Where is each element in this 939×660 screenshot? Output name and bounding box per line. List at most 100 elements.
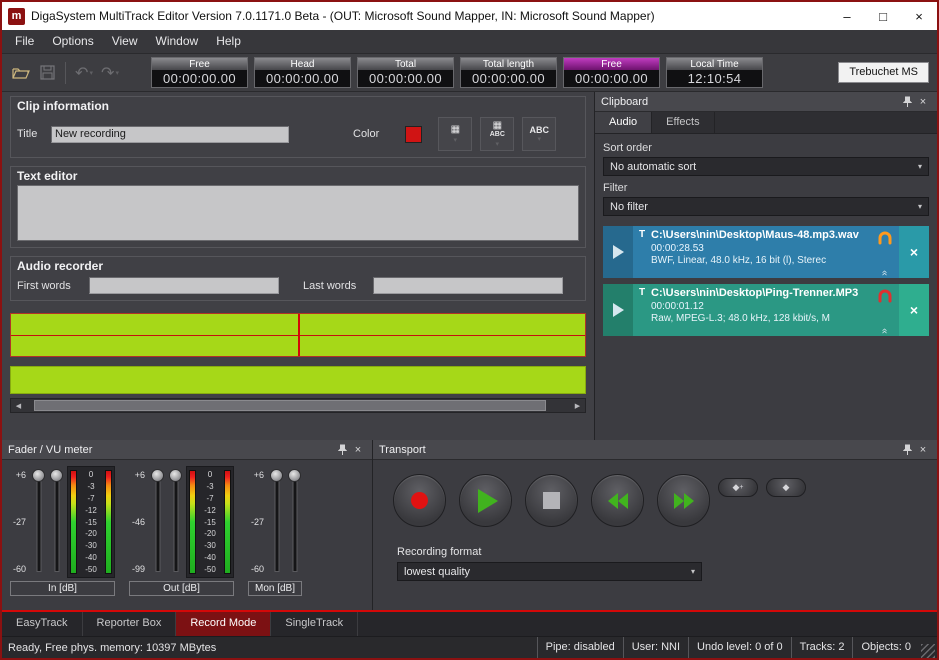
tab-singletrack[interactable]: SingleTrack [271, 612, 358, 636]
resize-grip[interactable] [921, 644, 935, 658]
insert-from-clipboard-button[interactable]: ◆ [766, 478, 806, 497]
stop-button[interactable] [525, 474, 578, 527]
scroll-left-arrow[interactable]: ◀ [11, 399, 26, 412]
fader-knob[interactable] [169, 469, 182, 482]
menu-item-help[interactable]: Help [207, 30, 250, 53]
abc-grid-dropdown-button[interactable]: ▦ ABC ▾ [480, 117, 514, 151]
tab-easytrack[interactable]: EasyTrack [2, 612, 83, 636]
add-to-clipboard-button[interactable]: ◆+ [718, 478, 758, 497]
prelisten-icon[interactable] [877, 230, 893, 246]
pin-button[interactable] [899, 442, 915, 458]
sort-order-select[interactable]: No automatic sort ▾ [603, 157, 929, 176]
fader-slider[interactable] [150, 466, 165, 578]
clipboard-header: Clipboard × [595, 92, 937, 112]
text-editor-area[interactable] [17, 185, 579, 241]
panel-close-button[interactable]: × [350, 442, 366, 458]
menu-item-view[interactable]: View [103, 30, 147, 53]
tab-reporter-box[interactable]: Reporter Box [83, 612, 177, 636]
color-swatch[interactable] [405, 126, 422, 143]
menu-item-window[interactable]: Window [147, 30, 208, 53]
tab-record-mode[interactable]: Record Mode [176, 612, 271, 636]
fader-knob[interactable] [151, 469, 164, 482]
main-area: Clip information Title Color ▦ ▾ ▦ ABC ▾ [2, 92, 937, 440]
menu-item-file[interactable]: File [6, 30, 43, 53]
clipboard-item[interactable]: T C:\Users\nin\Desktop\Maus-48.mp3.wav 0… [603, 226, 929, 278]
window-title: DigaSystem MultiTrack Editor Version 7.0… [31, 9, 829, 23]
close-button[interactable]: × [901, 2, 937, 30]
filter-select[interactable]: No filter ▾ [603, 197, 929, 216]
title-input[interactable] [51, 126, 289, 143]
fader-knob[interactable] [32, 469, 45, 482]
abc-icon: ABC [530, 126, 550, 134]
fader-group-label: Mon [dB] [248, 581, 302, 596]
tab-effects[interactable]: Effects [652, 112, 714, 133]
rewind-button[interactable] [591, 474, 644, 527]
scroll-right-arrow[interactable]: ▶ [570, 399, 585, 412]
fader-slider[interactable] [269, 466, 284, 578]
fader-knob[interactable] [270, 469, 283, 482]
chevron-down-icon: ▾ [115, 69, 119, 77]
scrollbar-thumb[interactable] [34, 400, 546, 411]
expand-chevrons-icon[interactable]: » [881, 270, 889, 276]
last-words-input[interactable] [373, 277, 563, 294]
bottom-panels: Fader / VU meter × +6 -27 -60 [2, 440, 937, 610]
first-words-input[interactable] [89, 277, 279, 294]
pin-button[interactable] [899, 94, 915, 110]
title-bar: m DigaSystem MultiTrack Editor Version 7… [2, 2, 937, 30]
redo-icon: ↷ [101, 63, 114, 83]
item-path: C:\Users\nin\Desktop\Ping-Trenner.MP3 [651, 287, 858, 299]
counter-free-clipboard: Free 00:00:00.00 [563, 57, 660, 88]
panel-close-button[interactable]: × [915, 442, 931, 458]
time-counters: Free 00:00:00.00 Head 00:00:00.00 Total … [151, 57, 763, 88]
minimize-button[interactable]: – [829, 2, 865, 30]
item-duration: 00:00:01.12 [639, 301, 867, 312]
status-user: User: NNI [623, 637, 688, 658]
tab-audio[interactable]: Audio [595, 112, 652, 133]
save-button[interactable] [34, 60, 60, 86]
chevron-down-icon: ▾ [918, 202, 922, 211]
record-level-lanes [10, 313, 586, 357]
abc-dropdown-button[interactable]: ABC ▾ [522, 117, 556, 151]
menu-item-options[interactable]: Options [43, 30, 102, 53]
fader-group-in: +6 -27 -60 0-3-7-12-15-20-30-40-50 [10, 466, 115, 596]
scrollbar-track[interactable] [26, 399, 570, 412]
pin-button[interactable] [334, 442, 350, 458]
fader-slider[interactable] [168, 466, 183, 578]
redo-button[interactable]: ↷ ▾ [97, 60, 123, 86]
fader-slider[interactable] [31, 466, 46, 578]
section-header: Text editor [11, 167, 585, 185]
font-button[interactable]: Trebuchet MS [838, 62, 929, 83]
fader-knob[interactable] [50, 469, 63, 482]
diamond-icon: ◆ [783, 482, 790, 493]
prelisten-icon[interactable] [877, 288, 893, 304]
pin-icon [338, 444, 347, 456]
chevron-down-icon: ▾ [918, 162, 922, 171]
fader-knob[interactable] [288, 469, 301, 482]
item-remove-button[interactable]: × [899, 284, 929, 336]
fader-slider[interactable] [287, 466, 302, 578]
color-label: Color [353, 128, 379, 140]
recording-format-select[interactable]: lowest quality ▾ [397, 562, 702, 581]
status-objects: Objects: 0 [852, 637, 919, 658]
panel-close-button[interactable]: × [915, 94, 931, 110]
undo-icon: ↶ [75, 63, 88, 83]
item-play-button[interactable] [603, 226, 633, 278]
clipboard-item[interactable]: T C:\Users\nin\Desktop\Ping-Trenner.MP3 … [603, 284, 929, 336]
record-button[interactable] [393, 474, 446, 527]
title-label: Title [17, 128, 51, 140]
undo-button[interactable]: ↶ ▾ [71, 60, 97, 86]
fader-group-label: In [dB] [10, 581, 115, 596]
fast-forward-button[interactable] [657, 474, 710, 527]
fader-slider[interactable] [49, 466, 64, 578]
maximize-button[interactable]: □ [865, 2, 901, 30]
item-remove-button[interactable]: × [899, 226, 929, 278]
pin-icon [903, 96, 912, 108]
clipboard-tabs: Audio Effects [595, 112, 937, 134]
item-play-button[interactable] [603, 284, 633, 336]
transport-header: Transport × [373, 440, 937, 460]
open-file-button[interactable] [8, 60, 34, 86]
expand-chevrons-icon[interactable]: » [881, 328, 889, 334]
play-button[interactable] [459, 474, 512, 527]
grid-dropdown-button[interactable]: ▦ ▾ [438, 117, 472, 151]
horizontal-scrollbar[interactable]: ◀ ▶ [10, 398, 586, 413]
